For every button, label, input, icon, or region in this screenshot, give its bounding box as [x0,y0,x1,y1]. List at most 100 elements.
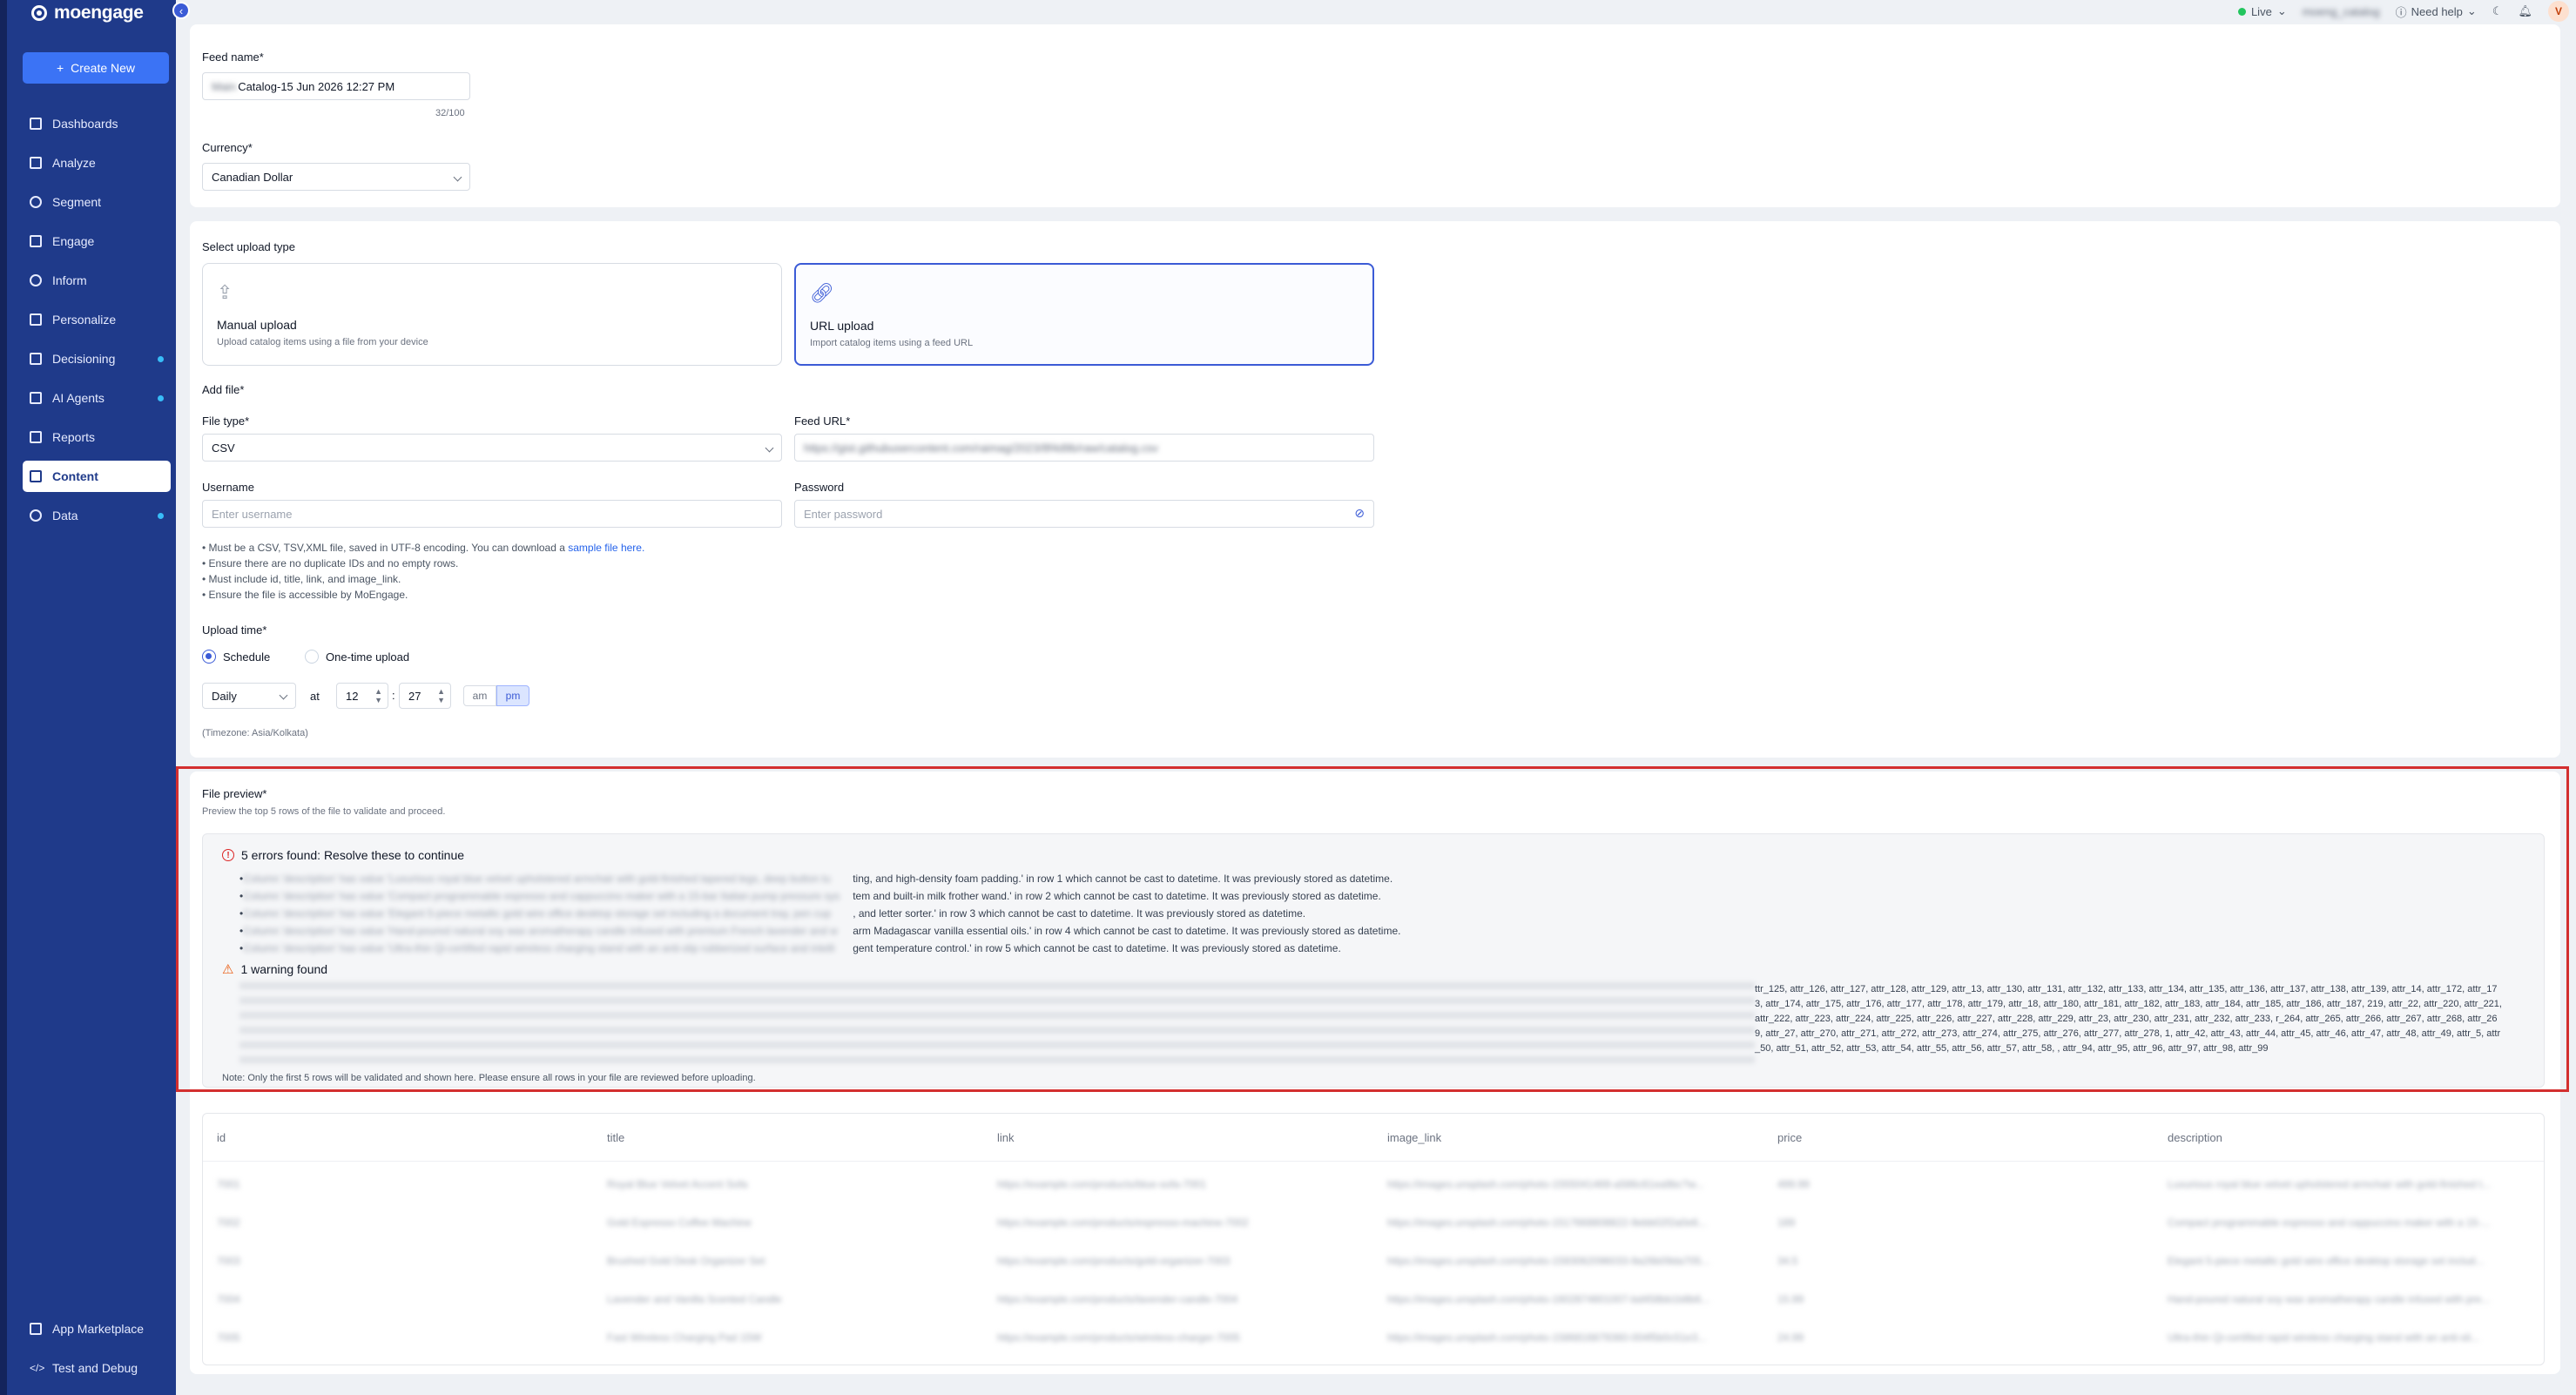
live-label: Live [2250,4,2272,18]
need-help-button[interactable]: ⓘ Need help ⌄ [2396,3,2477,20]
hour-value: 12 [346,689,359,703]
feed-details-card: Feed name* Main Catalog-15 Jun 2026 12:2… [190,24,2560,207]
sidebar-item-data[interactable]: Data [23,500,171,531]
help-icon: ⓘ [2395,5,2407,19]
manual-upload-subtitle: Upload catalog items using a file from y… [217,337,428,347]
feed-url-value: https://gist.githubusercontent.com/raima… [804,441,1158,455]
feed-name-prefix: Main [212,79,237,93]
table-cell: Fast Wireless Charging Pad 15W [607,1331,762,1344]
minute-stepper[interactable]: 27 ▲ ▼ [399,683,451,709]
sidebar-item-app-marketplace[interactable]: App Marketplace [23,1313,171,1344]
requirement-text: Ensure there are no duplicate IDs and no… [208,557,459,569]
sidebar-item-segment[interactable]: Segment [23,186,171,218]
feed-name-value: Catalog-15 Jun 2026 12:27 PM [238,79,395,93]
sidebar-item-label: Personalize [52,313,117,327]
schedule-radio[interactable]: Schedule [202,650,270,664]
file-type-select[interactable]: CSV [202,434,782,462]
password-input[interactable]: Enter password ⊘ [794,500,1374,528]
sidebar-item-test-and-debug[interactable]: </> Test and Debug [23,1352,171,1384]
bell-icon[interactable]: 🔔︎ [2518,4,2532,18]
sidebar-item-label: Content [52,469,98,483]
requirement-text: Must be a CSV, TSV,XML file, saved in UT… [208,542,569,554]
frequency-select[interactable]: Daily [202,683,296,709]
sidebar-item-inform[interactable]: Inform [23,265,171,296]
sidebar-item-label: App Marketplace [52,1322,145,1336]
time-separator: : [392,689,395,702]
sidebar-item-engage[interactable]: Engage [23,226,171,257]
table-cell: https://images.unsplash.com/photo-155504… [1387,1178,1704,1190]
hour-stepper[interactable]: 12 ▲ ▼ [336,683,388,709]
table-cell: Brushed Gold Desk Organizer Set [607,1255,765,1267]
username-label: Username [202,481,254,494]
chevron-down-icon [279,691,288,700]
one-time-upload-radio[interactable]: One-time upload [305,650,409,664]
feed-url-input[interactable]: https://gist.githubusercontent.com/raima… [794,434,1374,462]
file-type-label: File type* [202,414,250,428]
table-cell: Royal Blue Velvet Accent Sofa [607,1178,748,1190]
table-cell: https://example.com/products/lavender-ca… [997,1293,1238,1305]
upload-settings-card: Select upload type ⇪ Manual upload Uploa… [190,221,2560,758]
code-icon: </> [30,1362,45,1374]
highlight-frame [176,766,2569,1092]
am-toggle[interactable]: am [463,685,496,706]
moengage-logo-icon [31,5,47,21]
table-cell: Compact programmable espresso and cappuc… [2168,1216,2491,1229]
chevron-down-icon: ⌄ [2466,4,2477,17]
username-placeholder: Enter username [212,507,293,521]
user-avatar[interactable]: V [2548,1,2569,22]
requirement-item: • Must be a CSV, TSV,XML file, saved in … [202,542,645,554]
sidebar-item-ai-agents[interactable]: AI Agents [23,382,171,414]
username-input[interactable]: Enter username [202,500,782,528]
stepper-icon[interactable]: ▲ ▼ [374,687,382,704]
feed-name-input[interactable]: Main Catalog-15 Jun 2026 12:27 PM [202,72,470,100]
environment-selector[interactable]: Live ⌄ [2237,4,2287,18]
url-upload-option[interactable]: 🔗︎ URL upload Import catalog items using… [794,263,1374,366]
table-cell: 24.99 [1777,1331,1804,1344]
sidebar-item-dashboards[interactable]: Dashboards [23,108,171,139]
table-cell: Hand-poured natural soy wax aromatherapy… [2168,1293,2491,1305]
dark-mode-icon[interactable]: ☾ [2492,4,2503,18]
sample-file-link[interactable]: sample file here. [568,542,644,554]
manual-upload-option[interactable]: ⇪ Manual upload Upload catalog items usi… [202,263,782,366]
chevron-down-icon [765,443,774,453]
table-cell: Ultra-thin Qi-certified rapid wireless c… [2168,1331,2480,1344]
upload-time-label: Upload time* [202,623,267,637]
inform-icon [30,274,42,286]
sidebar-item-label: Decisioning [52,352,116,366]
marketplace-icon [30,1323,42,1335]
chevron-down-icon [453,172,462,182]
stepper-icon[interactable]: ▲ ▼ [437,687,445,704]
table-cell: Luxurious royal blue velvet upholstered … [2168,1178,2491,1190]
reports-icon [30,431,42,443]
one-time-label: One-time upload [326,650,410,664]
sidebar-item-personalize[interactable]: Personalize [23,304,171,335]
add-file-label: Add file* [202,383,245,396]
table-cell: 499.99 [1777,1178,1810,1190]
column-header: title [607,1131,625,1144]
minute-value: 27 [408,689,421,703]
new-indicator-dot [158,513,164,519]
column-header: id [217,1131,226,1144]
currency-select[interactable]: Canadian Dollar [202,163,470,191]
plus-icon: + [56,61,64,75]
sidebar-item-reports[interactable]: Reports [23,421,171,453]
collapse-sidebar-button[interactable]: ‹ [172,2,190,19]
sidebar: moengage ‹ + Create New Dashboards Analy… [0,0,190,1395]
create-new-button[interactable]: + Create New [23,52,169,84]
sidebar-item-analyze[interactable]: Analyze [23,147,171,179]
table-cell: 7004 [217,1293,240,1305]
pm-toggle[interactable]: pm [496,685,529,706]
at-label: at [310,690,320,703]
workspace-selector[interactable]: moeng_catalog [2303,5,2380,18]
brand-logo[interactable]: moengage [31,2,144,24]
feed-url-label: Feed URL* [794,414,851,428]
eye-off-icon[interactable]: ⊘ [1354,506,1365,521]
chevron-down-icon: ⌄ [2276,4,2287,17]
header-divider [203,1161,2544,1162]
sidebar-item-content[interactable]: Content [23,461,171,492]
table-cell: https://images.unsplash.com/photo-159306… [1387,1255,1710,1267]
table-cell: 7002 [217,1216,240,1229]
sidebar-item-decisioning[interactable]: Decisioning [23,343,171,374]
requirement-text: Must include id, title, link, and image_… [208,573,401,585]
table-cell: Gold Espresso Coffee Machine [607,1216,752,1229]
